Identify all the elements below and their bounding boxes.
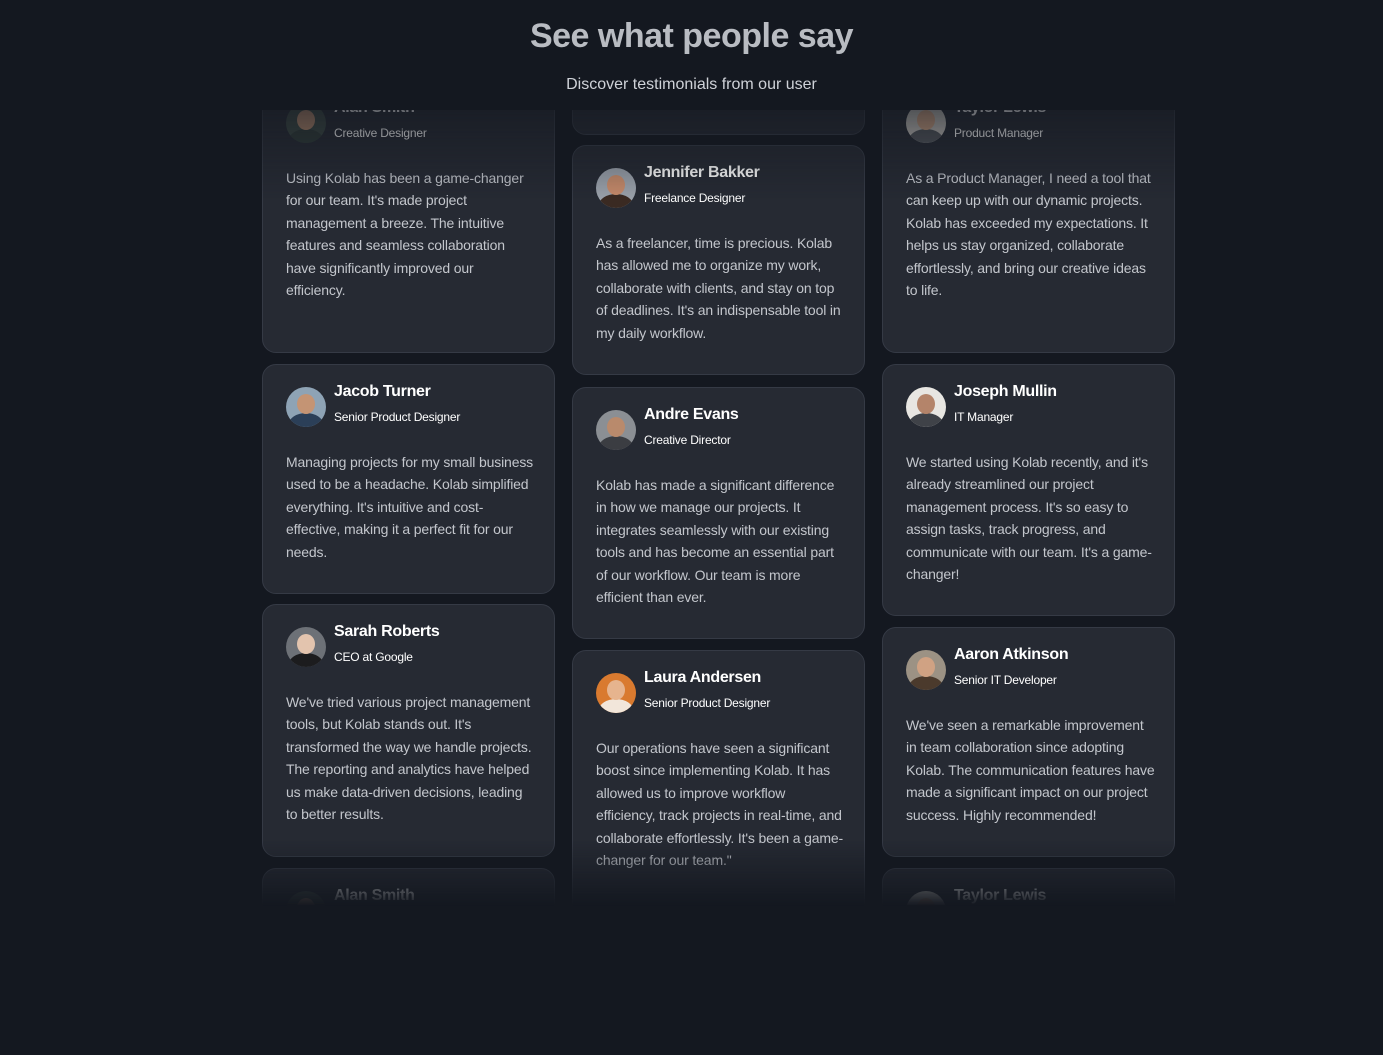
testimonial-quote: Managing projects for my small business … [286, 454, 534, 560]
testimonial-quote: We started using Kolab recently, and it'… [906, 454, 1152, 583]
avatar [906, 650, 946, 690]
reviewer-name: Jacob Turner [334, 383, 431, 400]
testimonials-wall: Alan SmithCreative DesignerUsing Kolab h… [262, 110, 1177, 906]
reviewer-role: Creative Director [644, 433, 731, 447]
testimonial-card: Jennifer Bakker Freelance Designer As a fr… [572, 145, 865, 375]
reviewer-role: CEO at Google [334, 650, 413, 664]
avatar [596, 410, 636, 450]
avatar [596, 168, 636, 208]
testimonial-card: Taylor LewisProduct Manager [882, 868, 1175, 906]
avatar [906, 891, 946, 906]
section-header: See what people say Discover testimonial… [0, 0, 1383, 94]
testimonial-card: Joseph Mullin IT Manager We started using … [882, 364, 1175, 616]
testimonial-card: Alan Smith Creative Designer Using Kolab h… [262, 110, 555, 353]
testimonial-quote: Using Kolab has been a game-changer for … [286, 170, 524, 299]
testimonial-card: Alan SmithCreative Designer [262, 868, 555, 906]
reviewer-name: Sarah Roberts [334, 623, 440, 640]
avatar [286, 110, 326, 143]
section-title: See what people say [529, 17, 854, 55]
reviewer-role: Senior Product Designer [644, 696, 771, 710]
testimonial-quote: As a Product Manager, I need a tool that… [906, 170, 1151, 299]
section-subtitle: Discover testimonials from our user [566, 76, 817, 93]
reviewer-name: Taylor Lewis [954, 110, 1046, 117]
testimonial-quote: Our operations have seen a significant b… [596, 740, 844, 869]
reviewer-name: Aaron Atkinson [954, 646, 1069, 663]
avatar [596, 673, 636, 713]
avatar [286, 627, 326, 667]
testimonial-quote: As a freelancer, time is precious. Kolab… [596, 235, 841, 341]
avatar [286, 891, 326, 906]
testimonial-card: Taylor Lewis Product Manager As a Product … [882, 110, 1175, 353]
reviewer-name: Andre Evans [644, 406, 739, 423]
reviewer-role: Senior IT Developer [954, 673, 1057, 687]
testimonial-quote: We've seen a remarkable improvement in t… [906, 717, 1155, 823]
reviewer-name: Laura Andersen [644, 669, 762, 686]
avatar [286, 387, 326, 427]
reviewer-name: Alan Smith [334, 110, 415, 117]
testimonial-card: Aaron Atkinson Senior IT Developer We've s… [882, 627, 1175, 857]
testimonial-card: Jacob Turner Senior Product Designer Manag… [262, 364, 555, 594]
reviewer-role: Senior Product Designer [334, 410, 461, 424]
reviewer-role: Freelance Designer [644, 191, 746, 205]
testimonial-column: Taylor LewisProduct ManagerAs a Product … [882, 110, 1177, 906]
testimonial-quote: We've tried various project management t… [286, 694, 532, 823]
testimonial-quote: Kolab has made a significant difference … [596, 477, 835, 606]
testimonial-card: Laura Andersen Senior Product Designer Our… [572, 650, 865, 906]
testimonial-card: Andre Evans Creative Director Kolab has ma… [572, 387, 865, 639]
reviewer-name: Alan Smith [334, 887, 415, 904]
reviewer-role: Product Manager [954, 126, 1044, 140]
reviewer-role: Creative Designer [334, 126, 427, 140]
reviewer-name: Taylor Lewis [954, 887, 1047, 904]
reviewer-name: Joseph Mullin [954, 383, 1057, 400]
reviewer-role: IT Manager [954, 410, 1014, 424]
testimonial-card: Sarah Roberts CEO at Google We've tried va… [262, 604, 555, 857]
avatar [906, 110, 946, 143]
avatar [906, 387, 946, 427]
reviewer-name: Jennifer Bakker [644, 164, 760, 181]
testimonial-column: Alan SmithCreative DesignerUsing Kolab h… [262, 110, 557, 906]
testimonial-column: Jennifer Bakker Freelance Designer As a fr… [572, 110, 867, 906]
